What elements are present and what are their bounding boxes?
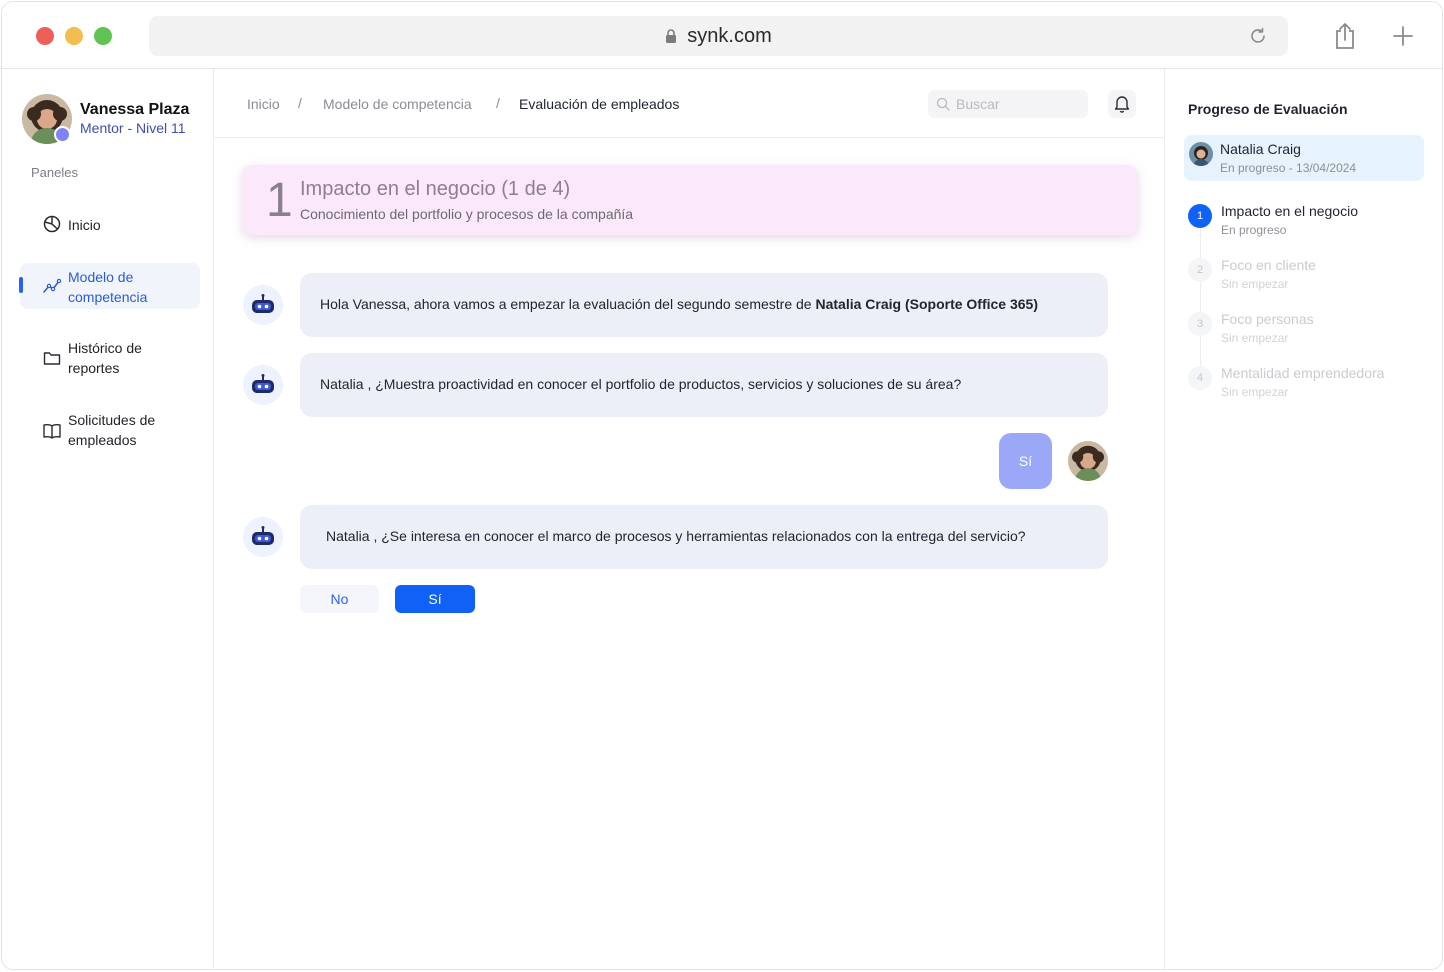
user-avatar — [1068, 441, 1108, 481]
employee-highlight: Natalia Craig (Soporte Office 365) — [815, 296, 1038, 312]
employee-avatar — [1189, 142, 1213, 166]
progress-title: Progreso de Evaluación — [1188, 101, 1348, 117]
browser-toolbar: synk.com — [2, 2, 1442, 69]
profile-name: Vanessa Plaza — [80, 101, 190, 118]
employee-name: Natalia Craig — [1220, 141, 1301, 157]
address-bar[interactable]: synk.com — [149, 16, 1288, 56]
breadcrumb-inicio[interactable]: Inicio — [247, 96, 280, 112]
chat-bubble: Hola Vanessa, ahora vamos a empezar la e… — [300, 273, 1108, 337]
breadcrumb-separator: / — [298, 95, 302, 111]
sidebar-item-inicio[interactable]: Inicio — [20, 211, 200, 237]
step-name: Foco en cliente — [1221, 257, 1316, 273]
bot-avatar-icon — [243, 285, 283, 325]
user-reply-bubble: Sí — [999, 433, 1052, 489]
step-status: Sin empezar — [1221, 331, 1289, 345]
maximize-window-button[interactable] — [94, 27, 112, 45]
chart-pie-icon — [43, 215, 61, 233]
active-indicator — [19, 277, 23, 293]
step-status: Sin empezar — [1221, 277, 1289, 291]
step-number: 1 — [1188, 204, 1212, 228]
section-subtitle: Conocimiento del portfolio y procesos de… — [300, 206, 634, 222]
message-text: Hola Vanessa, ahora vamos a empezar la e… — [320, 296, 816, 312]
book-open-icon — [43, 424, 61, 439]
bell-icon — [1114, 96, 1130, 113]
notifications-button[interactable] — [1108, 90, 1136, 118]
message-text: Natalia , ¿Se interesa en conocer el mar… — [326, 528, 1026, 544]
search-icon — [936, 97, 950, 111]
step-foco-en-cliente[interactable]: 2 Foco en cliente Sin empezar — [1188, 257, 1418, 298]
chart-line-icon — [43, 278, 62, 293]
mentor-badge-icon — [54, 126, 71, 143]
employee-card[interactable]: Natalia Craig En progreso - 13/04/2024 — [1184, 135, 1424, 181]
search-input[interactable] — [956, 94, 1081, 114]
sidebar-item-label: Histórico de reportes — [68, 340, 142, 376]
profile-role: Mentor - Nivel 11 — [80, 120, 186, 136]
sidebar-section-label: Paneles — [31, 165, 78, 180]
bot-avatar-icon — [243, 365, 283, 405]
url-text: synk.com — [687, 25, 772, 47]
bot-avatar-icon — [243, 517, 283, 557]
new-tab-icon[interactable] — [1392, 25, 1414, 47]
message-text: Natalia , ¿Muestra proactividad en conoc… — [320, 376, 962, 392]
lock-icon — [666, 29, 677, 43]
chat-bubble: Natalia , ¿Se interesa en conocer el mar… — [300, 505, 1108, 569]
step-foco-personas[interactable]: 3 Foco personas Sin empezar — [1188, 311, 1418, 352]
step-name: Foco personas — [1221, 311, 1314, 327]
close-window-button[interactable] — [36, 27, 54, 45]
step-mentalidad-emprendedora[interactable]: 4 Mentalidad emprendedora Sin empezar — [1188, 365, 1418, 406]
section-header-card: 1 Impacto en el negocio (1 de 4) Conocim… — [242, 165, 1138, 235]
share-icon[interactable] — [1333, 22, 1357, 50]
step-status: Sin empezar — [1221, 385, 1289, 399]
step-number: 3 — [1188, 312, 1212, 336]
minimize-window-button[interactable] — [65, 27, 83, 45]
reload-icon[interactable] — [1248, 26, 1268, 46]
folder-icon — [43, 352, 61, 365]
breadcrumb-separator: / — [496, 95, 500, 111]
browser-window: synk.com Vanessa Plaza Mentor - Nivel 11… — [1, 1, 1443, 970]
answer-no-button[interactable]: No — [300, 585, 379, 613]
section-number: 1 — [266, 174, 293, 227]
step-name: Impacto en el negocio — [1221, 203, 1358, 219]
chat-bubble: Natalia , ¿Muestra proactividad en conoc… — [300, 353, 1108, 417]
sidebar-item-solicitudes-de-empleados[interactable]: Solicitudes de empleados — [20, 407, 200, 453]
breadcrumb-modelo-de-competencia[interactable]: Modelo de competencia — [323, 96, 472, 112]
step-status: En progreso — [1221, 223, 1287, 237]
step-impacto-en-el-negocio[interactable]: 1 Impacto en el negocio En progreso — [1188, 203, 1418, 244]
sidebar-item-label: Modelo de competencia — [68, 269, 148, 305]
step-number: 4 — [1188, 366, 1212, 390]
top-bar: Inicio / Modelo de competencia / Evaluac… — [214, 69, 1164, 138]
sidebar-item-historico-de-reportes[interactable]: Histórico de reportes — [20, 335, 200, 381]
step-name: Mentalidad emprendedora — [1221, 365, 1385, 381]
evaluation-progress-panel: Progreso de Evaluación Natalia Craig En … — [1164, 69, 1442, 969]
sidebar: Vanessa Plaza Mentor - Nivel 11 Paneles … — [2, 69, 214, 969]
section-title: Impacto en el negocio (1 de 4) — [300, 178, 571, 200]
sidebar-item-label: Solicitudes de empleados — [68, 412, 156, 448]
search-box[interactable] — [928, 90, 1088, 118]
employee-status: En progreso - 13/04/2024 — [1220, 161, 1357, 175]
step-number: 2 — [1188, 258, 1212, 282]
sidebar-item-modelo-de-competencia[interactable]: Modelo de competencia — [19, 263, 200, 309]
breadcrumb-current: Evaluación de empleados — [519, 96, 680, 112]
sidebar-item-label: Inicio — [68, 217, 101, 233]
answer-yes-button[interactable]: Sí — [395, 585, 475, 613]
main-content: Inicio / Modelo de competencia / Evaluac… — [214, 69, 1164, 969]
